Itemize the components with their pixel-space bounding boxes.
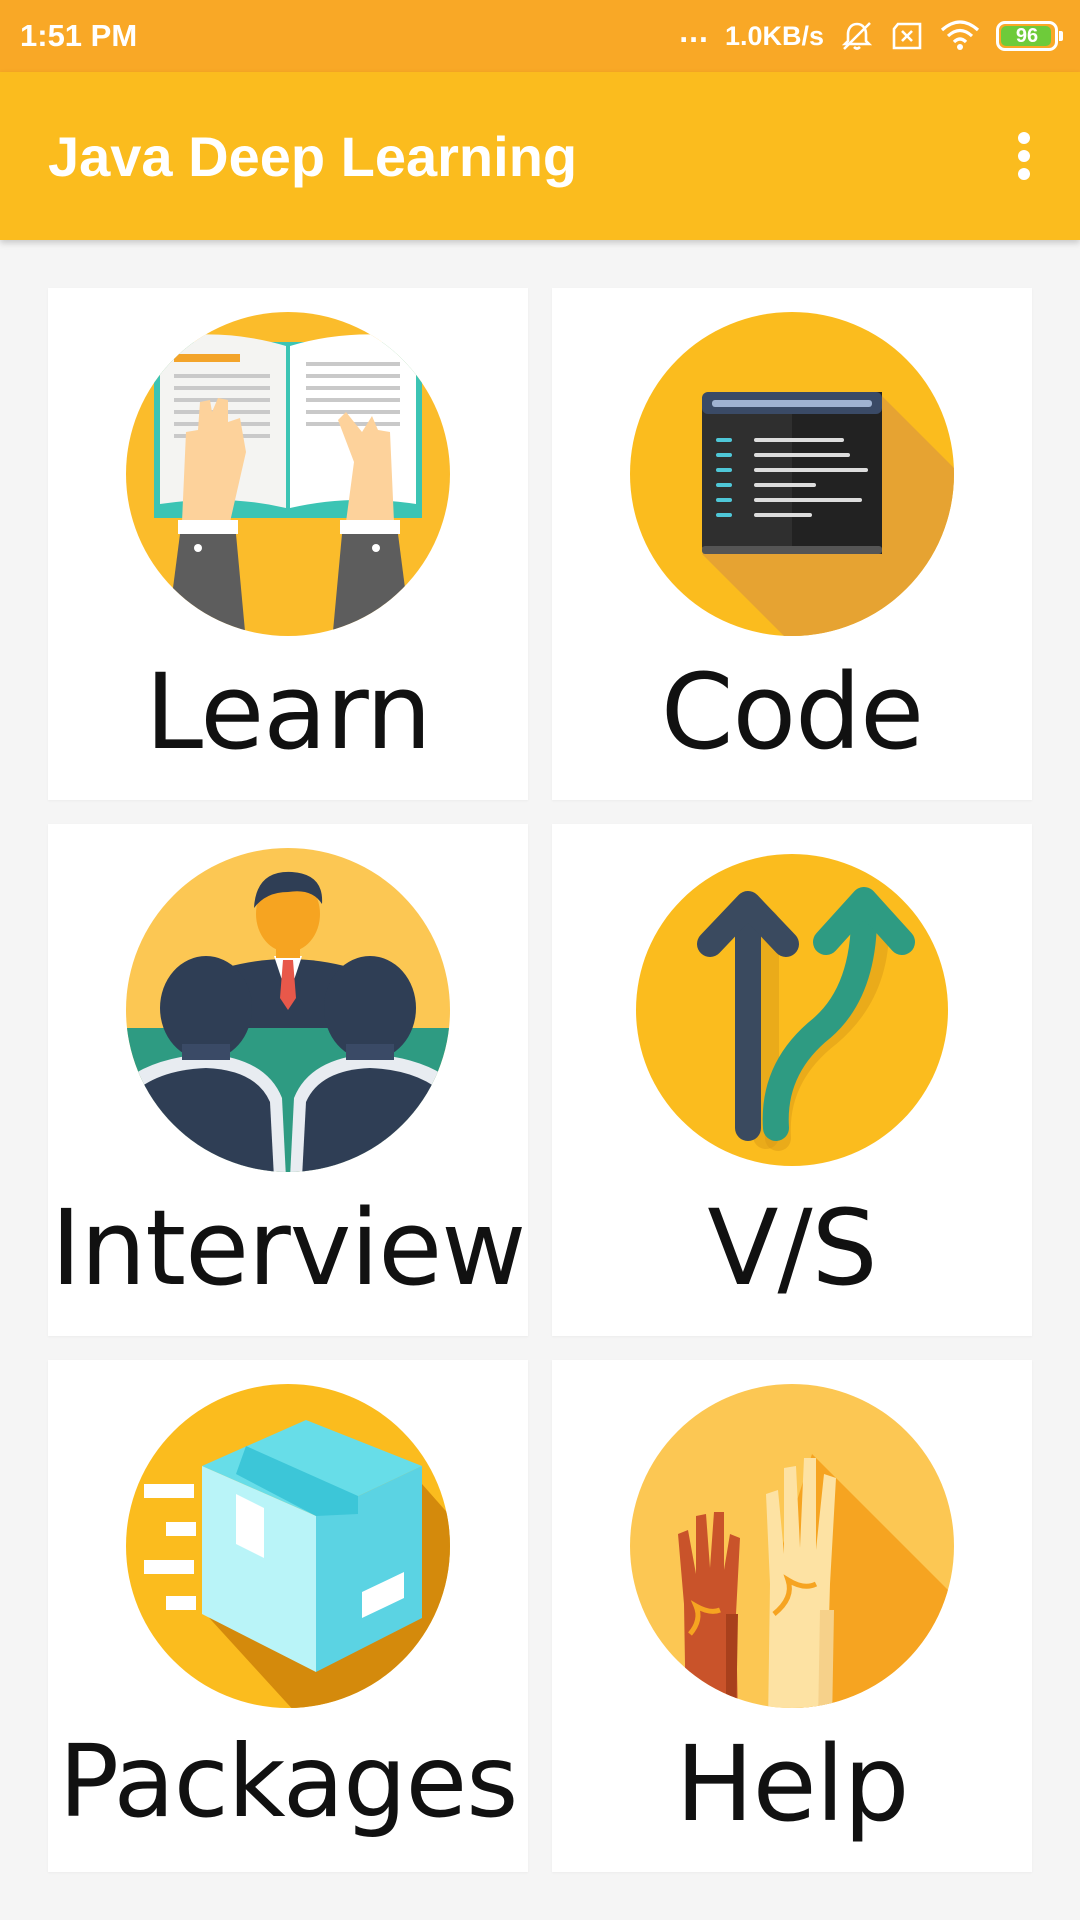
code-card[interactable]: Code	[552, 288, 1032, 800]
card-label: Code	[660, 651, 924, 773]
raised-hands-icon	[630, 1384, 954, 1708]
open-book-hands-icon	[126, 312, 450, 636]
card-label: V/S	[707, 1187, 877, 1309]
status-time: 1:51 PM	[20, 18, 138, 53]
battery-icon: 96	[996, 21, 1063, 51]
package-box-icon	[126, 1384, 450, 1708]
interview-card[interactable]: Interview	[48, 824, 528, 1336]
sim-x-icon	[892, 22, 922, 50]
more-vert-icon[interactable]	[1004, 126, 1044, 186]
card-label: Help	[675, 1723, 909, 1845]
app-title: Java Deep Learning	[48, 124, 578, 188]
card-label: Interview	[50, 1187, 527, 1309]
battery-level: 96	[1015, 24, 1039, 47]
status-icons: ... 1.0KB/s 96	[679, 13, 1063, 53]
vs-card[interactable]: V/S	[552, 824, 1032, 1336]
wifi-icon	[940, 20, 980, 50]
menu-grid: Learn Code Interview V/S Packages Help	[48, 288, 1032, 1872]
packages-card[interactable]: Packages	[48, 1360, 528, 1872]
code-window-icon	[630, 312, 954, 636]
status-bar: 1:51 PM ... 1.0KB/s 96	[0, 0, 1080, 72]
interview-panel-icon	[126, 848, 450, 1172]
network-speed: 1.0KB/s	[724, 20, 824, 51]
learn-card[interactable]: Learn	[48, 288, 528, 800]
diverging-arrows-icon	[636, 854, 948, 1166]
dnd-bell-off-icon	[841, 22, 873, 50]
help-card[interactable]: Help	[552, 1360, 1032, 1872]
card-label: Learn	[145, 651, 432, 773]
status-dots: ...	[679, 12, 709, 49]
card-label: Packages	[58, 1723, 519, 1840]
app-bar: Java Deep Learning	[0, 72, 1080, 240]
